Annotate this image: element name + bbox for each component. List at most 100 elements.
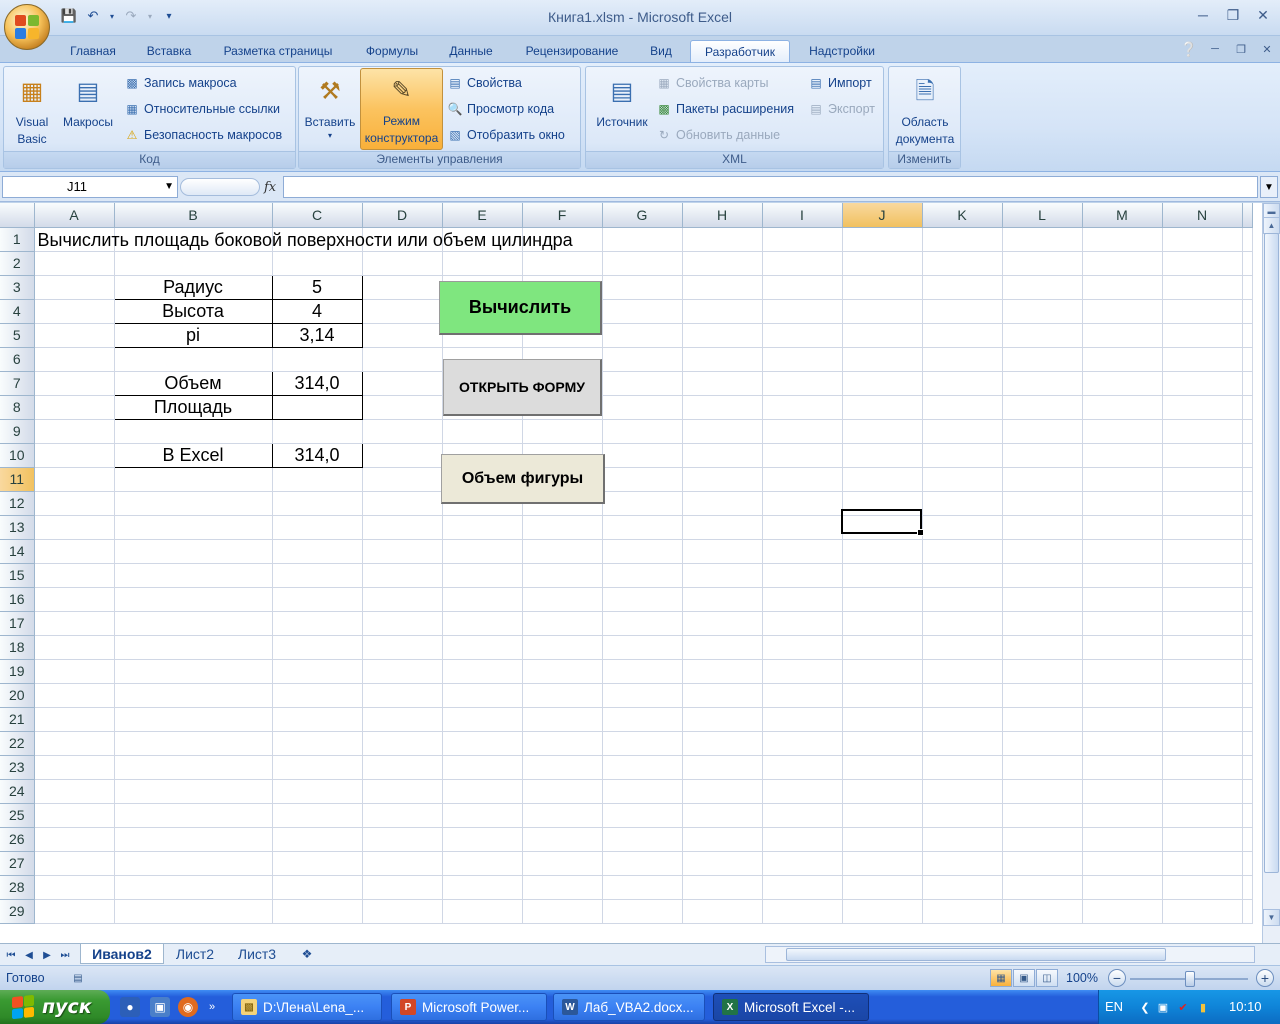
cell-k26[interactable] — [922, 827, 1003, 852]
cell-j21[interactable] — [842, 707, 923, 732]
row-header-13[interactable]: 13 — [0, 515, 35, 540]
cell-i13[interactable] — [762, 515, 843, 540]
cell-n16[interactable] — [1162, 587, 1243, 612]
cell-k16[interactable] — [922, 587, 1003, 612]
cell-o7[interactable] — [1242, 371, 1253, 396]
cell-i15[interactable] — [762, 563, 843, 588]
cell-c27[interactable] — [272, 851, 363, 876]
cell-d26[interactable] — [362, 827, 443, 852]
cell-e15[interactable] — [442, 563, 523, 588]
cell-n22[interactable] — [1162, 731, 1243, 756]
tab-page-layout[interactable]: Разметка страницы — [210, 40, 346, 62]
cell-j17[interactable] — [842, 611, 923, 636]
cell-g21[interactable] — [602, 707, 683, 732]
cell-g11[interactable] — [602, 467, 683, 492]
cell-k29[interactable] — [922, 899, 1003, 924]
cell-e27[interactable] — [442, 851, 523, 876]
cell-o11[interactable] — [1242, 467, 1253, 492]
run-dialog-button[interactable]: ▧ Отобразить окно — [447, 125, 565, 145]
row-header-29[interactable]: 29 — [0, 899, 35, 924]
cell-h29[interactable] — [682, 899, 763, 924]
cell-b5[interactable]: pi — [113, 322, 273, 348]
cell-g10[interactable] — [602, 443, 683, 468]
cell-i10[interactable] — [762, 443, 843, 468]
cell-k7[interactable] — [922, 371, 1003, 396]
cell-o4[interactable] — [1242, 299, 1253, 324]
refresh-data-button[interactable]: ↻ Обновить данные — [656, 125, 780, 145]
cell-i6[interactable] — [762, 347, 843, 372]
cell-f22[interactable] — [522, 731, 603, 756]
cell-h5[interactable] — [682, 323, 763, 348]
quicklaunch-desktop-icon[interactable]: ▣ — [150, 997, 170, 1017]
cell-j29[interactable] — [842, 899, 923, 924]
cell-f21[interactable] — [522, 707, 603, 732]
cell-m21[interactable] — [1082, 707, 1163, 732]
cell-h23[interactable] — [682, 755, 763, 780]
cell-h16[interactable] — [682, 587, 763, 612]
cell-c18[interactable] — [272, 635, 363, 660]
cell-o8[interactable] — [1242, 395, 1253, 420]
cell-c4[interactable]: 4 — [271, 298, 363, 324]
cell-g15[interactable] — [602, 563, 683, 588]
cell-a13[interactable] — [34, 515, 115, 540]
cell-n24[interactable] — [1162, 779, 1243, 804]
calculate-button[interactable]: Вычислить — [439, 281, 602, 335]
cell-n20[interactable] — [1162, 683, 1243, 708]
cell-o20[interactable] — [1242, 683, 1253, 708]
cell-l21[interactable] — [1002, 707, 1083, 732]
cell-c25[interactable] — [272, 803, 363, 828]
cell-c9[interactable] — [272, 419, 363, 444]
name-box-dropdown-icon[interactable]: ▼ — [164, 177, 174, 197]
cell-l26[interactable] — [1002, 827, 1083, 852]
row-header-10[interactable]: 10 — [0, 443, 35, 468]
cell-i20[interactable] — [762, 683, 843, 708]
cell-h25[interactable] — [682, 803, 763, 828]
cell-d28[interactable] — [362, 875, 443, 900]
macro-record-status-icon[interactable]: ▤ — [70, 969, 86, 987]
cell-m12[interactable] — [1082, 491, 1163, 516]
sheet-tab-list2[interactable]: Лист2 — [166, 944, 224, 964]
cell-d21[interactable] — [362, 707, 443, 732]
cell-o10[interactable] — [1242, 443, 1253, 468]
column-header-i[interactable]: I — [762, 203, 843, 228]
cell-e9[interactable] — [442, 419, 523, 444]
cell-j2[interactable] — [842, 251, 923, 276]
cell-m20[interactable] — [1082, 683, 1163, 708]
cell-m4[interactable] — [1082, 299, 1163, 324]
cell-a9[interactable] — [34, 419, 115, 444]
row-header-28[interactable]: 28 — [0, 875, 35, 900]
cell-h12[interactable] — [682, 491, 763, 516]
cell-i5[interactable] — [762, 323, 843, 348]
cell-l14[interactable] — [1002, 539, 1083, 564]
ribbon-close-icon[interactable]: ✕ — [1254, 38, 1280, 60]
cell-j27[interactable] — [842, 851, 923, 876]
cell-c13[interactable] — [272, 515, 363, 540]
cell-b21[interactable] — [114, 707, 273, 732]
cell-e17[interactable] — [442, 611, 523, 636]
row-header-4[interactable]: 4 — [0, 299, 35, 324]
cell-i19[interactable] — [762, 659, 843, 684]
task-powerpoint[interactable]: P Microsoft Power... — [391, 993, 547, 1021]
cell-i1[interactable] — [762, 227, 843, 252]
cell-m18[interactable] — [1082, 635, 1163, 660]
shape-volume-button[interactable]: Объем фигуры — [441, 454, 605, 504]
cell-k13[interactable] — [922, 515, 1003, 540]
row-header-19[interactable]: 19 — [0, 659, 35, 684]
cell-d3[interactable] — [362, 275, 443, 300]
cell-l1[interactable] — [1002, 227, 1083, 252]
cell-g18[interactable] — [602, 635, 683, 660]
formula-bar-splitter[interactable] — [180, 178, 260, 196]
cell-e19[interactable] — [442, 659, 523, 684]
normal-view-button[interactable]: ▦ — [990, 969, 1012, 987]
cell-j14[interactable] — [842, 539, 923, 564]
cell-m16[interactable] — [1082, 587, 1163, 612]
cell-a15[interactable] — [34, 563, 115, 588]
cell-a16[interactable] — [34, 587, 115, 612]
cell-a12[interactable] — [34, 491, 115, 516]
cell-c2[interactable] — [272, 251, 363, 276]
cell-d8[interactable] — [362, 395, 443, 420]
cell-e26[interactable] — [442, 827, 523, 852]
cell-d19[interactable] — [362, 659, 443, 684]
cell-m23[interactable] — [1082, 755, 1163, 780]
cell-j16[interactable] — [842, 587, 923, 612]
